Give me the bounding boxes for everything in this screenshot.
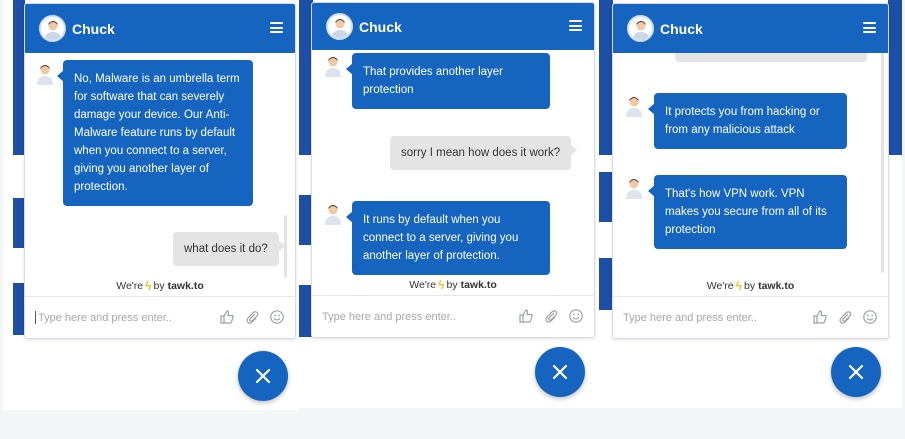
thumbs-up-icon[interactable]: [518, 308, 534, 324]
agent-message: That provides another layer protection: [346, 53, 550, 109]
agent-avatar-icon: [627, 15, 654, 42]
powered-prefix: We're: [116, 280, 144, 292]
close-chat-button[interactable]: [535, 347, 585, 397]
powered-by: We're ϟ by tawk.to: [25, 278, 295, 294]
powered-by-label: by: [446, 279, 458, 291]
chat-widget-1: Chuck No, Malware is an umbrella term fo…: [24, 3, 296, 339]
message-input-bar: [25, 296, 295, 338]
thumbs-up-icon[interactable]: [219, 309, 235, 325]
message-list: It protects you from hacking or from any…: [613, 53, 888, 294]
scrollbar[interactable]: [881, 53, 884, 273]
menu-icon[interactable]: [270, 22, 283, 33]
thumbs-up-icon[interactable]: [812, 309, 828, 325]
smiley-icon[interactable]: [568, 308, 584, 324]
background-tile-right-1: [599, 172, 613, 222]
powered-by: We're ϟ by tawk.to: [312, 277, 594, 293]
powered-brand: tawk.to: [167, 280, 204, 292]
chat-header: Chuck: [312, 3, 594, 50]
close-chat-button[interactable]: [238, 351, 288, 401]
agent-name: Chuck: [359, 18, 402, 35]
powered-by-label: by: [153, 280, 165, 292]
powered-brand: tawk.to: [758, 280, 795, 292]
message-input[interactable]: [322, 310, 502, 323]
agent-avatar-icon: [323, 55, 343, 77]
agent-message: It runs by default when you connect to a…: [346, 201, 550, 275]
agent-message: It protects you from hacking or from any…: [648, 93, 847, 149]
smiley-icon[interactable]: [269, 309, 285, 325]
chat-widget-3: Chuck It protects you from hacking or fr…: [612, 3, 889, 339]
lightning-icon: ϟ: [145, 279, 152, 293]
powered-prefix: We're: [706, 280, 734, 292]
agent-message: No, Malware is an umbrella term for soft…: [57, 60, 253, 206]
message-input[interactable]: [38, 311, 218, 324]
message-input[interactable]: [623, 311, 803, 324]
powered-prefix: We're: [409, 279, 437, 291]
menu-icon[interactable]: [863, 22, 876, 33]
menu-icon[interactable]: [569, 20, 582, 31]
paperclip-icon[interactable]: [244, 309, 260, 325]
previous-message-fragment: [675, 53, 867, 62]
powered-by: We're ϟ by tawk.to: [613, 278, 888, 294]
close-icon: [255, 368, 271, 384]
agent-message: That's how VPN work. VPN makes you secur…: [648, 175, 847, 249]
agent-avatar-icon: [624, 95, 644, 117]
user-message: what does it do?: [173, 232, 285, 266]
powered-by-label: by: [744, 280, 756, 292]
agent-avatar-icon: [326, 13, 353, 40]
agent-name: Chuck: [660, 20, 703, 37]
close-chat-button[interactable]: [831, 347, 881, 397]
close-icon: [848, 364, 864, 380]
lightning-icon: ϟ: [438, 278, 445, 292]
message-input-bar: [613, 296, 888, 338]
powered-brand: tawk.to: [460, 279, 497, 291]
text-caret: [35, 311, 36, 324]
agent-avatar-icon: [39, 15, 66, 42]
chat-widget-2: Chuck That provides another layer protec…: [311, 2, 595, 338]
message-list: That provides another layer protection s…: [312, 50, 594, 293]
scrollbar[interactable]: [284, 215, 287, 277]
paperclip-icon[interactable]: [837, 309, 853, 325]
message-list: No, Malware is an umbrella term for soft…: [25, 53, 295, 294]
agent-avatar-icon: [35, 63, 55, 85]
agent-avatar-icon: [624, 177, 644, 199]
lightning-icon: ϟ: [735, 279, 742, 293]
background-tile-right-2: [599, 258, 613, 310]
chat-header: Chuck: [25, 4, 295, 53]
paperclip-icon[interactable]: [543, 308, 559, 324]
agent-name: Chuck: [72, 20, 115, 37]
chat-header: Chuck: [613, 4, 888, 53]
agent-avatar-icon: [323, 203, 343, 225]
background-banner-far-right: [888, 0, 902, 155]
message-input-bar: [312, 295, 594, 337]
background-banner-right: [599, 0, 613, 155]
smiley-icon[interactable]: [862, 309, 878, 325]
user-message: sorry I mean how does it work?: [390, 136, 578, 170]
close-icon: [552, 364, 568, 380]
